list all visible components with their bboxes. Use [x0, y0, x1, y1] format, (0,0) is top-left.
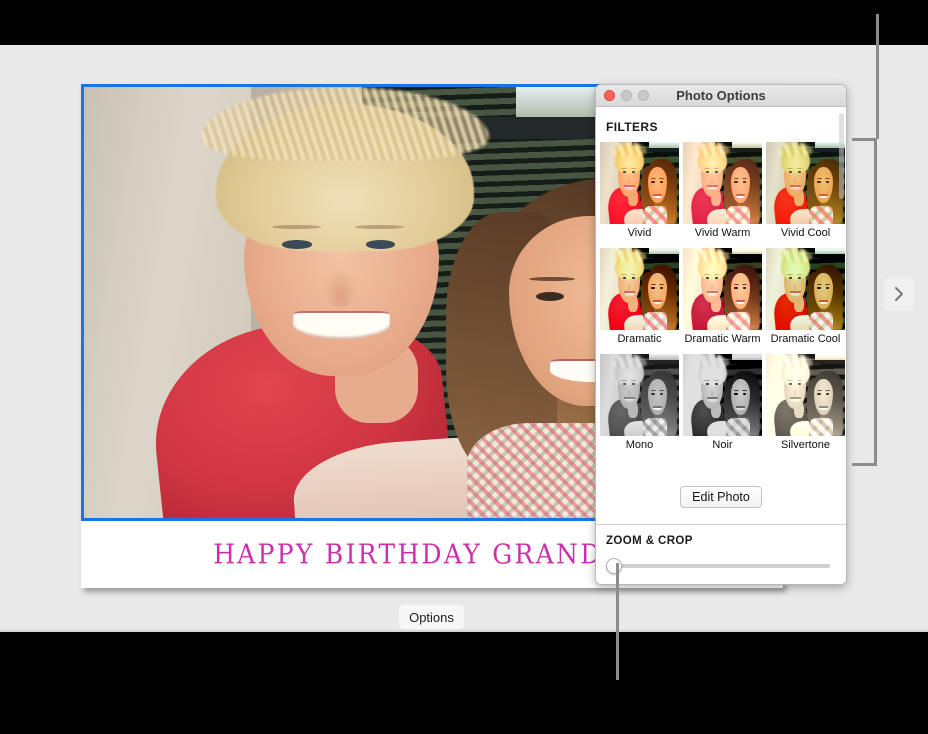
slider-track[interactable] [610, 564, 830, 568]
filter-preview-image [600, 354, 679, 436]
filter-thumbnail[interactable] [600, 354, 679, 436]
filter-label: Vivid Warm [694, 227, 751, 239]
canvas-bottom-rule [0, 630, 928, 632]
slider-thumb[interactable] [606, 558, 622, 574]
filter-thumbnail[interactable] [683, 142, 762, 224]
filter-preview-image [766, 142, 845, 224]
photo-options-popover[interactable]: Photo Options FILTERS Vivid Vivid Warm V… [595, 84, 847, 585]
filters-grid[interactable]: Vivid Vivid Warm Vivid Cool Dramatic Dra… [596, 142, 846, 460]
options-button[interactable]: Options [399, 605, 464, 629]
zoom-and-crop-section: ZOOM & CROP [596, 524, 846, 584]
edit-photo-row: Edit Photo [596, 470, 846, 524]
panel-title: Photo Options [676, 88, 766, 103]
filter-thumbnail[interactable] [766, 248, 845, 330]
filter-preview-image [600, 248, 679, 330]
filter-thumbnail[interactable] [766, 354, 845, 436]
filter-preview-image [600, 142, 679, 224]
caption-text: HAPPY BIRTHDAY GRANDMA [213, 538, 651, 571]
filter-thumbnail[interactable] [766, 142, 845, 224]
filter-thumbnail[interactable] [683, 248, 762, 330]
filter-cell[interactable]: Silvertone [766, 354, 845, 460]
filter-cell[interactable]: Dramatic Cool [766, 248, 845, 354]
filter-label: Mono [625, 439, 654, 451]
filter-thumbnail[interactable] [600, 248, 679, 330]
filter-cell[interactable]: Mono [600, 354, 679, 460]
panel-scrollbar[interactable] [839, 113, 844, 199]
filters-scroll-area[interactable]: FILTERS Vivid Vivid Warm Vivid Cool Dram… [596, 107, 846, 470]
filter-label: Dramatic Warm [684, 333, 761, 345]
filter-cell[interactable]: Noir [683, 354, 762, 460]
filter-preview-image [683, 142, 762, 224]
chevron-right-icon [894, 286, 905, 302]
callout-line-zoom-crop [616, 563, 619, 680]
filter-preview-image [766, 354, 845, 436]
edit-photo-button[interactable]: Edit Photo [680, 486, 762, 508]
filter-label: Dramatic Cool [770, 333, 841, 345]
callout-line-filters [876, 14, 879, 139]
filter-cell[interactable]: Vivid Warm [683, 142, 762, 248]
filter-label: Noir [712, 439, 733, 451]
filter-label: Silvertone [781, 439, 830, 451]
filters-heading: FILTERS [606, 120, 658, 134]
filter-label: Dramatic [617, 333, 662, 345]
filter-cell[interactable]: Vivid Cool [766, 142, 845, 248]
filter-preview-image [766, 248, 845, 330]
filter-thumbnail[interactable] [600, 142, 679, 224]
zoom-crop-heading: ZOOM & CROP [606, 535, 693, 547]
filter-preview-image [683, 248, 762, 330]
filter-thumbnail[interactable] [683, 354, 762, 436]
filter-label: Vivid [627, 227, 652, 239]
zoom-crop-slider[interactable] [606, 558, 830, 574]
callout-bracket-filters [852, 138, 877, 466]
filter-cell[interactable]: Dramatic [600, 248, 679, 354]
filter-cell[interactable]: Dramatic Warm [683, 248, 762, 354]
next-slide-button[interactable] [884, 277, 914, 311]
panel-titlebar[interactable]: Photo Options [596, 85, 846, 107]
filter-preview-image [683, 354, 762, 436]
filter-cell[interactable]: Vivid [600, 142, 679, 248]
filter-label: Vivid Cool [780, 227, 831, 239]
